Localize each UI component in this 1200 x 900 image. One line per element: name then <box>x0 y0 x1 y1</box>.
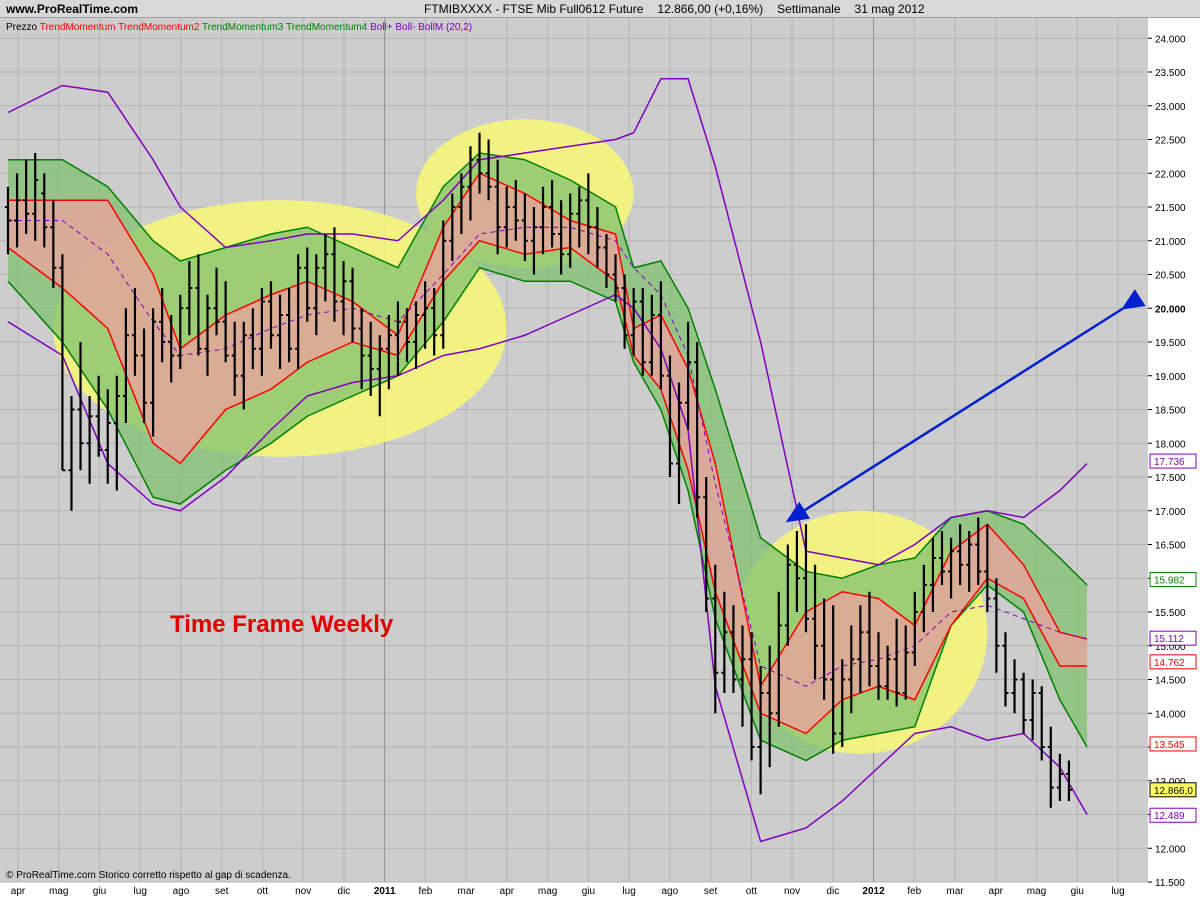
value-label: 15.112 <box>1154 634 1184 645</box>
x-tick-label: giu <box>93 886 106 897</box>
y-tick-label: 23.500 <box>1155 68 1186 79</box>
x-tick-label: giu <box>582 886 595 897</box>
x-tick-label: nov <box>784 886 800 897</box>
y-tick-label: 20.500 <box>1155 271 1186 282</box>
x-tick-label: 2011 <box>374 886 396 897</box>
value-label: 17.736 <box>1154 457 1185 468</box>
x-tick-label: mar <box>946 886 964 897</box>
y-tick-label: 17.500 <box>1155 473 1186 484</box>
y-tick-label: 22.000 <box>1155 169 1186 180</box>
x-tick-label: ago <box>173 886 190 897</box>
y-tick-label: 18.500 <box>1155 406 1186 417</box>
y-tick-label: 16.500 <box>1155 541 1186 552</box>
legend: Prezzo TrendMomentum TrendMomentum2 Tren… <box>6 22 472 33</box>
x-tick-label: giu <box>1071 886 1084 897</box>
x-tick-label: mar <box>458 886 476 897</box>
x-tick-label: set <box>215 886 229 897</box>
value-label: 13.545 <box>1154 740 1185 751</box>
price-chart[interactable]: 24.000 23.500 23.000 22.500 22.000 21.500 21.0… <box>0 0 1200 900</box>
x-tick-label: set <box>704 886 718 897</box>
x-tick-label: ago <box>662 886 679 897</box>
legend-item[interactable]: BollM (20,2) <box>415 22 472 33</box>
x-tick-label: mag <box>1027 886 1046 897</box>
x-tick-label: feb <box>418 886 432 897</box>
y-tick-label: 24.000 <box>1155 34 1186 45</box>
y-tick-label: 14.500 <box>1155 676 1186 687</box>
value-label: 12.866,0 <box>1154 786 1193 797</box>
x-tick-label: lug <box>622 886 635 897</box>
y-tick-label: 20.000 <box>1155 304 1186 315</box>
legend-item[interactable]: TrendMomentum2 <box>116 22 200 33</box>
x-tick-label: apr <box>11 886 26 897</box>
y-tick-label: 21.000 <box>1155 237 1186 248</box>
x-tick-label: apr <box>500 886 515 897</box>
x-tick-label: dic <box>826 886 839 897</box>
x-tick-label: ott <box>257 886 268 897</box>
y-tick-label: 14.000 <box>1155 709 1186 720</box>
x-tick-label: feb <box>907 886 921 897</box>
y-tick-label: 19.000 <box>1155 372 1186 383</box>
x-tick-label: dic <box>338 886 351 897</box>
timeframe-annotation: Time Frame Weekly <box>170 611 394 638</box>
legend-item[interactable]: Boll+ <box>367 22 392 33</box>
legend-item[interactable]: TrendMomentum <box>37 22 115 33</box>
legend-item[interactable]: Prezzo <box>6 22 38 33</box>
value-label: 12.489 <box>1154 811 1185 822</box>
x-tick-label: nov <box>295 886 311 897</box>
legend-item[interactable]: TrendMomentum3 <box>199 22 283 33</box>
y-tick-label: 19.500 <box>1155 338 1186 349</box>
y-tick-label: 12.000 <box>1155 844 1186 855</box>
y-tick-label: 21.500 <box>1155 203 1186 214</box>
value-label: 15.982 <box>1154 575 1185 586</box>
x-tick-label: lug <box>1111 886 1124 897</box>
y-tick-label: 11.500 <box>1155 878 1185 889</box>
x-tick-label: lug <box>134 886 147 897</box>
legend-item[interactable]: Boll- <box>393 22 416 33</box>
x-tick-label: mag <box>49 886 68 897</box>
footer-note: © ProRealTime.com Storico corretto rispe… <box>6 870 291 881</box>
legend-item[interactable]: TrendMomentum4 <box>283 22 367 33</box>
y-tick-label: 15.500 <box>1155 608 1186 619</box>
y-tick-label: 23.000 <box>1155 102 1186 113</box>
x-tick-label: ott <box>746 886 757 897</box>
y-tick-label: 17.000 <box>1155 507 1186 518</box>
value-label: 14.762 <box>1154 658 1185 669</box>
x-tick-label: 2012 <box>862 886 885 897</box>
x-tick-label: mag <box>538 886 557 897</box>
x-tick-label: apr <box>989 886 1004 897</box>
y-tick-label: 18.000 <box>1155 439 1186 450</box>
y-tick-label: 22.500 <box>1155 136 1186 147</box>
